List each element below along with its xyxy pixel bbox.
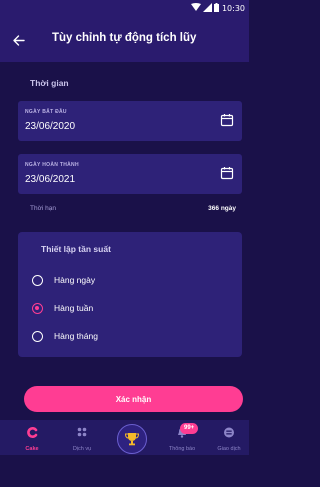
arrow-left-icon [13,34,25,46]
back-button[interactable] [8,29,30,51]
transaction-icon [224,427,234,438]
status-icons [191,3,219,12]
time-section-title: Thời gian [30,78,69,88]
nav-item-rewards[interactable] [117,424,147,454]
start-date-label: NGÀY BẮT ĐẦU [25,109,67,115]
notification-badge: 99+ [180,423,199,434]
status-bar: 10:30 [0,0,249,20]
wifi-icon [191,3,201,11]
nav-label: Dịch vụ [72,446,92,452]
nav-item-cake[interactable]: Cake [12,420,52,455]
start-date-field[interactable]: NGÀY BẮT ĐẦU 23/06/2020 [18,101,242,141]
end-date-field[interactable]: NGÀY HOÀN THÀNH 23/06/2021 [18,154,242,194]
radio-label: Hàng ngày [54,275,96,285]
page-title: Tùy chỉnh tự động tích lũy [52,32,197,44]
frequency-option-weekly[interactable]: Hàng tuần [32,299,232,317]
nav-item-transactions[interactable]: Giao dịch [209,420,249,455]
radio-label: Hàng tuần [54,303,94,313]
end-date-label: NGÀY HOÀN THÀNH [25,162,79,168]
trophy-icon [124,433,140,446]
end-date-value: 23/06/2021 [25,174,76,185]
confirm-button[interactable]: Xác nhận [24,386,243,412]
signal-icon [203,3,212,12]
app-header: Tùy chỉnh tự động tích lũy [0,20,249,62]
radio-label: Hàng tháng [54,331,98,341]
radio-button[interactable] [32,274,43,286]
radio-button[interactable] [32,330,43,342]
radio-button-selected[interactable] [32,302,43,314]
duration-value: 366 ngày [208,205,236,212]
battery-icon [214,3,219,12]
nav-label: Giao dịch [217,446,241,452]
grid-icon [77,427,87,437]
calendar-icon[interactable] [220,113,234,127]
nav-label: Cake [25,446,39,452]
cake-logo-icon [27,427,38,438]
duration-label: Thời hạn [30,205,56,212]
frequency-option-monthly[interactable]: Hàng tháng [32,327,232,345]
frequency-option-daily[interactable]: Hàng ngày [32,271,232,289]
status-time: 10:30 [221,4,245,13]
frequency-panel: Thiết lập tần suất Hàng ngày Hàng tuần H… [18,232,242,357]
nav-item-services[interactable]: Dịch vụ [62,420,102,455]
calendar-icon[interactable] [220,166,234,180]
nav-label: Thông báo [168,446,196,452]
frequency-title: Thiết lập tần suất [41,244,111,254]
start-date-value: 23/06/2020 [25,121,76,132]
